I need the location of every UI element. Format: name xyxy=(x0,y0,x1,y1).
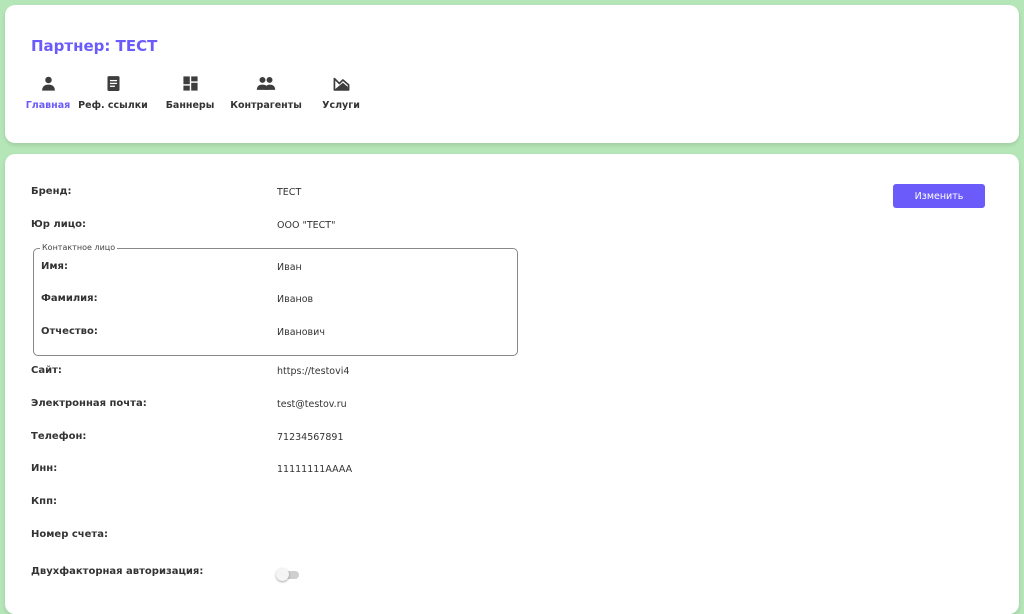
field-label: Номер счета: xyxy=(31,529,108,540)
field-label: Бренд: xyxy=(31,186,72,197)
field-label: Электронная почта: xyxy=(31,398,147,409)
edit-button[interactable]: Изменить xyxy=(893,184,985,208)
field-label: Инн: xyxy=(31,463,58,474)
toggle-thumb xyxy=(276,568,289,581)
field-value: 71234567891 xyxy=(277,432,344,443)
profile-card: Изменить Бренд: ТЕСТ Юр лицо: ООО "ТЕСТ"… xyxy=(5,154,1019,614)
nav-item-counterparties[interactable]: Контрагенты xyxy=(230,75,302,111)
field-label: Юр лицо: xyxy=(31,219,86,230)
field-value: 11111111AAAA xyxy=(277,464,353,475)
nav-item-label: Контрагенты xyxy=(230,100,302,111)
field-value: Иванович xyxy=(277,327,325,338)
nav-item-label: Услуги xyxy=(322,100,360,111)
header-card: Партнер: ТЕСТ Главная Реф. ссылки Баннер… xyxy=(5,5,1019,143)
dashboard-icon xyxy=(182,76,198,91)
field-label: Телефон: xyxy=(31,431,87,442)
contact-group-legend: Контактное лицо xyxy=(40,243,118,252)
field-label: Двухфакторная авторизация: xyxy=(31,566,204,577)
field-value: Иванов xyxy=(277,294,314,305)
nav-item-banners[interactable]: Баннеры xyxy=(165,75,215,111)
two-factor-toggle[interactable] xyxy=(276,568,299,581)
nav-item-label: Реф. ссылки xyxy=(78,100,148,111)
field-label: Сайт: xyxy=(31,365,62,376)
field-value: Иван xyxy=(277,262,302,273)
nav-item-label: Баннеры xyxy=(165,100,215,111)
field-label: Имя: xyxy=(41,261,68,272)
contact-person-group: Контактное лицо Имя: Иван Фамилия: Ивано… xyxy=(33,243,518,356)
nav-item-ref-links[interactable]: Реф. ссылки xyxy=(78,75,148,111)
people-icon xyxy=(256,76,276,90)
nav-item-home[interactable]: Главная xyxy=(25,75,71,111)
field-label: Фамилия: xyxy=(41,293,98,304)
field-value: ТЕСТ xyxy=(277,187,302,198)
field-label: Кпп: xyxy=(31,496,57,507)
field-value: https://testovi4 xyxy=(277,366,350,377)
landscape-icon xyxy=(333,77,349,91)
user-icon xyxy=(41,76,55,91)
field-value: test@testov.ru xyxy=(277,399,347,410)
field-label: Отчество: xyxy=(41,326,98,337)
nav-item-label: Главная xyxy=(25,100,71,111)
nav-item-services[interactable]: Услуги xyxy=(322,75,360,111)
document-icon xyxy=(106,76,120,91)
field-value: ООО "ТЕСТ" xyxy=(277,220,336,231)
page-title: Партнер: ТЕСТ xyxy=(31,37,158,55)
